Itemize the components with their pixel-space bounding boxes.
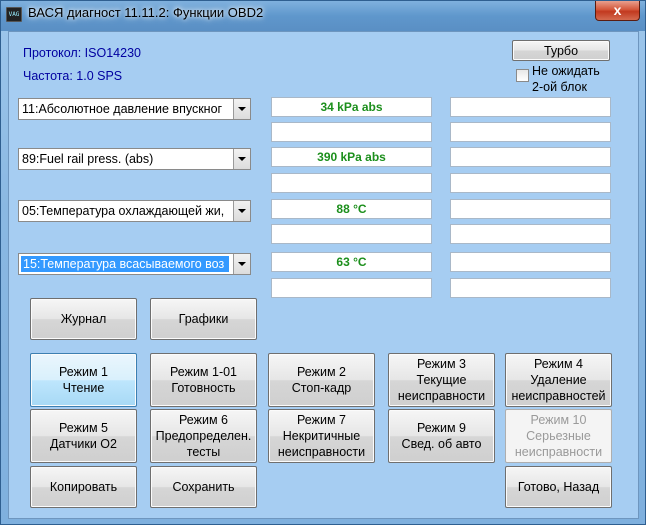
channel-3-value-4 (450, 224, 611, 244)
no-wait-label-line1: Не ожидать (532, 64, 600, 78)
mode-10-label-3: неисправности (514, 445, 603, 459)
mode-4-label-3: неисправностей (511, 389, 606, 403)
channel-4-selector-text: 15:Температура всасываемого воз (21, 256, 229, 272)
mode-1-01-label-2: Готовность (171, 381, 236, 395)
mode-3-label-3: неисправности (397, 389, 486, 403)
mode-7-label-1: Режим 7 (297, 413, 346, 427)
mode-1-label-2: Чтение (62, 381, 105, 395)
mode-5-label-2: Датчики О2 (50, 437, 117, 451)
mode-10-label-1: Режим 10 (530, 413, 587, 427)
journal-button[interactable]: Журнал (30, 298, 137, 340)
client-area: Протокол: ISO14230 Частота: 1.0 SPS Турб… (8, 31, 639, 519)
channel-1-value-2 (271, 122, 432, 142)
channel-2-value: 390 kPa abs (271, 147, 432, 167)
no-wait-second-block-checkbox[interactable] (516, 69, 529, 82)
mode-6-label-3: тесты (186, 445, 221, 459)
mode-1-01-button[interactable]: Режим 1-01 Готовность (150, 353, 257, 407)
channel-2-selector[interactable]: 89:Fuel rail press. (abs) (18, 148, 251, 170)
channel-3-value: 88 °C (271, 199, 432, 219)
mode-9-button[interactable]: Режим 9 Свед. об авто (388, 409, 495, 463)
close-icon: x (613, 2, 622, 18)
mode-5-button[interactable]: Режим 5 Датчики О2 (30, 409, 137, 463)
mode-6-button[interactable]: Режим 6 Предопределен. тесты (150, 409, 257, 463)
channel-2-selector-text: 89:Fuel rail press. (abs) (22, 152, 154, 166)
channel-4-value-2 (271, 278, 432, 298)
channel-2-value-4 (450, 173, 611, 193)
mode-5-label-1: Режим 5 (59, 421, 108, 435)
mode-9-label-2: Свед. об авто (401, 437, 482, 451)
mode-3-button[interactable]: Режим 3 Текущие неисправности (388, 353, 495, 407)
mode-7-button[interactable]: Режим 7 Некритичные неисправности (268, 409, 375, 463)
channel-4-value: 63 °C (271, 252, 432, 272)
copy-button[interactable]: Копировать (30, 466, 137, 508)
save-button-label: Сохранить (172, 480, 235, 494)
channel-3-value-3 (450, 199, 611, 219)
mode-4-label-2: Удаление (530, 373, 587, 387)
protocol-label: Протокол: ISO14230 (23, 46, 141, 60)
app-window: VAG ВАСЯ диагност 11.11.2: Функции OBD2 … (0, 0, 646, 525)
save-button[interactable]: Сохранить (150, 466, 257, 508)
channel-4-selector[interactable]: 15:Температура всасываемого воз (18, 253, 251, 275)
mode-3-label-1: Режим 3 (417, 357, 466, 371)
channel-1-value-4 (450, 122, 611, 142)
mode-7-label-2: Некритичные (282, 429, 361, 443)
channel-2-value-3 (450, 147, 611, 167)
turbo-button-label: Турбо (543, 43, 579, 58)
mode-10-label-2: Серьезные (526, 429, 591, 443)
mode-2-button[interactable]: Режим 2 Стоп-кадр (268, 353, 375, 407)
mode-4-button[interactable]: Режим 4 Удаление неисправностей (505, 353, 612, 407)
done-back-button-label: Готово, Назад (517, 480, 600, 494)
window-title: ВАСЯ диагност 11.11.2: Функции OBD2 (28, 5, 264, 20)
close-button[interactable]: x (595, 1, 640, 21)
channel-3-value-2 (271, 224, 432, 244)
channel-4-value-4 (450, 278, 611, 298)
mode-1-button[interactable]: Режим 1 Чтение (30, 353, 137, 407)
mode-1-label-1: Режим 1 (59, 365, 108, 379)
mode-3-label-2: Текущие (416, 373, 467, 387)
channel-1-value-3 (450, 97, 611, 117)
chevron-down-icon[interactable] (233, 99, 250, 119)
journal-button-label: Журнал (60, 312, 107, 326)
chevron-down-icon[interactable] (233, 149, 250, 169)
frequency-label: Частота: 1.0 SPS (23, 69, 123, 83)
channel-2-value-2 (271, 173, 432, 193)
channel-1-value: 34 kPa abs (271, 97, 432, 117)
turbo-button[interactable]: Турбо (512, 40, 610, 61)
mode-4-label-1: Режим 4 (534, 357, 583, 371)
chevron-down-icon[interactable] (233, 254, 250, 274)
vag-app-icon: VAG (6, 7, 22, 22)
mode-6-label-2: Предопределен. (155, 429, 252, 443)
title-bar[interactable]: VAG ВАСЯ диагност 11.11.2: Функции OBD2 … (1, 1, 645, 31)
channel-4-value-3 (450, 252, 611, 272)
copy-button-label: Копировать (49, 480, 118, 494)
chevron-down-icon[interactable] (233, 201, 250, 221)
mode-2-label-2: Стоп-кадр (291, 381, 352, 395)
no-wait-second-block-label: Не ожидать 2-ой блок (532, 63, 600, 95)
mode-2-label-1: Режим 2 (297, 365, 346, 379)
mode-10-button[interactable]: Режим 10 Серьезные неисправности (505, 409, 612, 463)
mode-6-label-1: Режим 6 (179, 413, 228, 427)
mode-9-label-1: Режим 9 (417, 421, 466, 435)
graphs-button-label: Графики (178, 312, 229, 326)
graphs-button[interactable]: Графики (150, 298, 257, 340)
mode-7-label-3: неисправности (277, 445, 366, 459)
mode-1-01-label-1: Режим 1-01 (169, 365, 238, 379)
channel-3-selector[interactable]: 05:Температура охлаждающей жи, (18, 200, 251, 222)
channel-1-selector-text: 11:Абсолютное давление впускног (22, 102, 223, 116)
no-wait-label-line2: 2-ой блок (532, 80, 587, 94)
done-back-button[interactable]: Готово, Назад (505, 466, 612, 508)
channel-1-selector[interactable]: 11:Абсолютное давление впускног (18, 98, 251, 120)
channel-3-selector-text: 05:Температура охлаждающей жи, (22, 204, 225, 218)
